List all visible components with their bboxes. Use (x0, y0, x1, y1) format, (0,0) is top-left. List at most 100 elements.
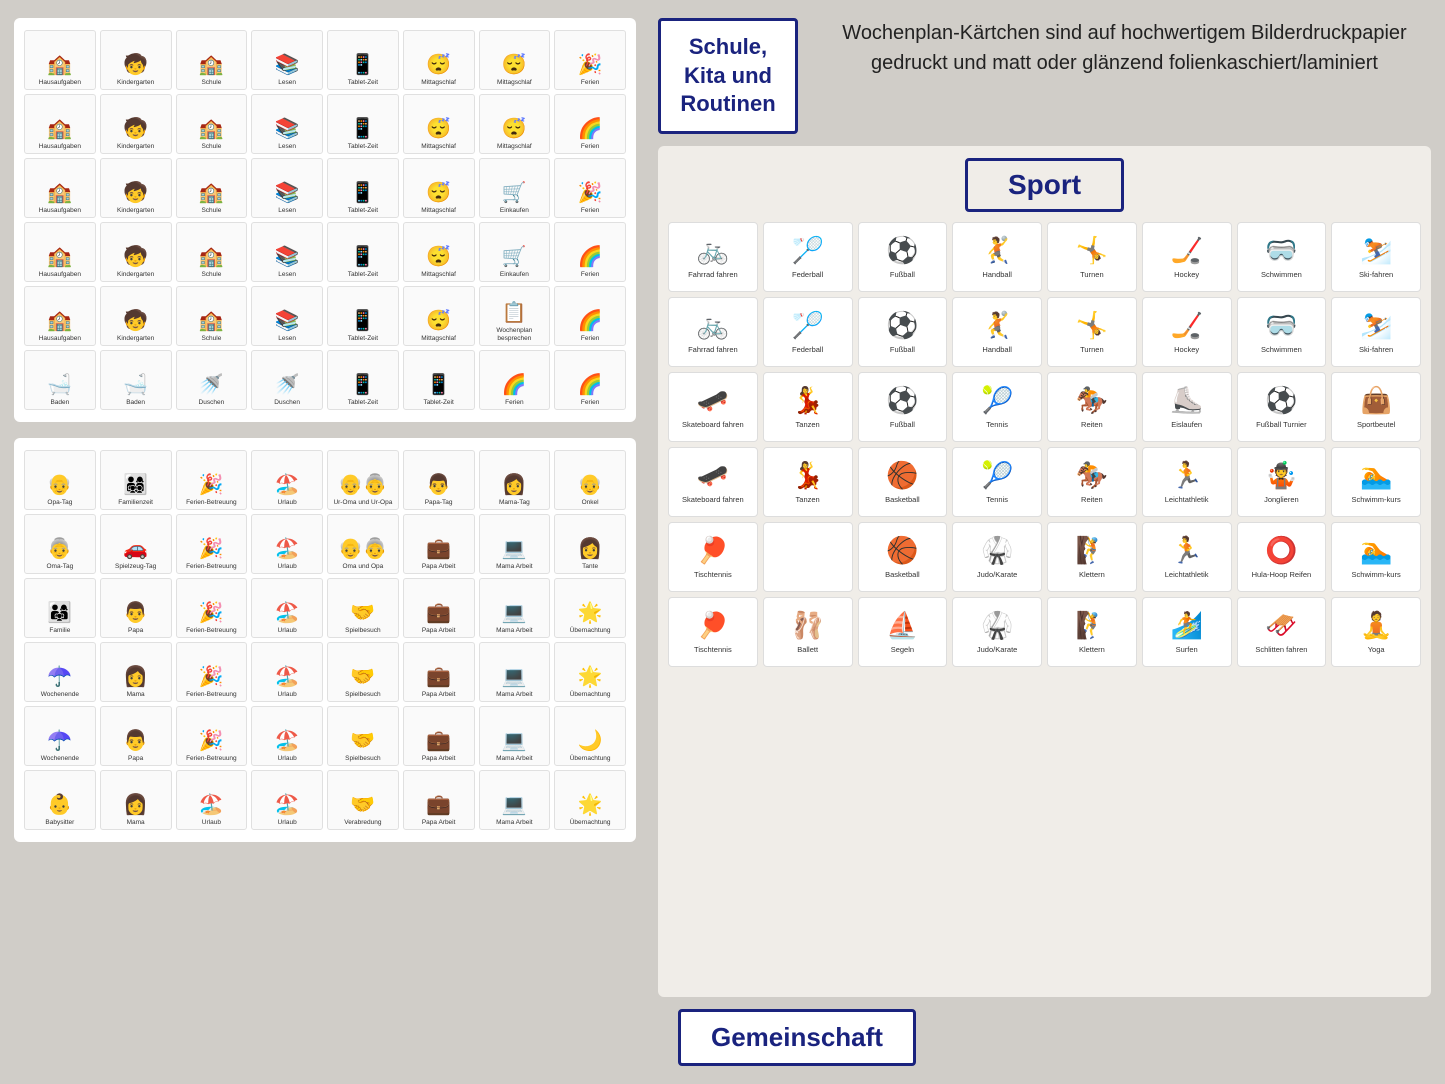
sport-card: 👜 Sportbeutel (1331, 372, 1421, 442)
sport-label: Sportbeutel (1357, 420, 1395, 430)
sport-icon: 💃 (791, 460, 823, 491)
card-label: Mama Arbeit (496, 755, 533, 763)
sport-label: Fußball Turnier (1256, 420, 1306, 430)
card-item: 🤝 Spielbesuch (327, 706, 399, 766)
card-label: Schule (201, 79, 221, 87)
card-icon: 🌈 (578, 245, 603, 269)
sport-icon: 🤸 (1076, 310, 1108, 341)
card-item: 🧒 Kindergarten (100, 158, 172, 218)
sport-card: ⛸️ Eislaufen (1142, 372, 1232, 442)
card-icon: 🏫 (47, 309, 72, 333)
sport-icon: 🏒 (1170, 235, 1202, 266)
card-item: 🎉 Ferien-Betreuung (176, 706, 248, 766)
card-label: Hausaufgaben (39, 207, 81, 215)
card-item: 👨 Papa (100, 706, 172, 766)
sport-card: 💃 Tanzen (763, 447, 853, 517)
sport-icon: ⚽ (886, 385, 918, 416)
sport-label: Fußball (890, 345, 915, 355)
card-label: Mama Arbeit (496, 627, 533, 635)
sport-card: 🤾 Handball (952, 297, 1042, 367)
card-item: ☂️ Wochenende (24, 642, 96, 702)
card-icon: ☂️ (47, 665, 72, 689)
card-item: 💻 Mama Arbeit (479, 514, 551, 574)
card-icon: 👨 (426, 473, 451, 497)
card-label: Oma und Opa (342, 563, 383, 571)
card-item: 💼 Papa Arbeit (403, 642, 475, 702)
sport-label: Reiten (1081, 495, 1103, 505)
sport-label: Tennis (986, 420, 1008, 430)
card-label: Lesen (278, 207, 296, 215)
sport-label: Ballett (797, 645, 818, 655)
card-label: Ferien (581, 143, 599, 151)
card-icon: 🧒 (123, 309, 148, 333)
sport-icon: 🏸 (791, 235, 823, 266)
sport-card: ⚽ Fußball (858, 222, 948, 292)
card-label: Spielbesuch (345, 755, 380, 763)
card-item: 👴👵 Ur-Oma und Ur-Opa (327, 450, 399, 510)
sport-icon: 🎾 (981, 385, 1013, 416)
card-icon: 👩 (578, 537, 603, 561)
card-item: 📱 Tablet-Zeit (327, 94, 399, 154)
card-label: Baden (50, 399, 69, 407)
sport-card: 🎾 Tennis (952, 447, 1042, 517)
card-icon: 👩 (502, 473, 527, 497)
card-label: Tablet-Zeit (348, 143, 378, 151)
sport-icon: 🏀 (886, 460, 918, 491)
sport-label: Fahrrad fahren (688, 270, 738, 280)
card-icon: 🧒 (123, 117, 148, 141)
card-icon: 🛁 (123, 373, 148, 397)
card-icon: 🧒 (123, 181, 148, 205)
sport-label: Ski-fahren (1359, 270, 1393, 280)
card-icon: 😴 (426, 309, 451, 333)
card-icon: 🎉 (199, 729, 224, 753)
sport-card: 🏸 Federball (763, 297, 853, 367)
card-item: 👩 Mama-Tag (479, 450, 551, 510)
sport-label: Schwimm-kurs (1352, 570, 1401, 580)
card-icon: 📱 (350, 309, 375, 333)
card-label: Einkaufen (500, 271, 529, 279)
sport-label: Schwimmen (1261, 270, 1302, 280)
sport-card: 🏃 Leichtathletik (1142, 447, 1232, 517)
sport-card: 🏸 Federball (763, 222, 853, 292)
card-icon: 🏖️ (275, 793, 300, 817)
card-icon: 🎉 (199, 601, 224, 625)
sport-card (763, 522, 853, 592)
sport-card: 🏓 Tischtennis (668, 597, 758, 667)
sport-icon: 🏇 (1076, 460, 1108, 491)
sport-icon: 🏓 (697, 535, 729, 566)
card-icon: 👩 (123, 793, 148, 817)
card-label: Ferien (505, 399, 523, 407)
card-icon: 🛒 (502, 245, 527, 269)
sport-card: 🏓 Tischtennis (668, 522, 758, 592)
card-item: 📱 Tablet-Zeit (327, 286, 399, 346)
sport-icon: 🧗 (1076, 610, 1108, 641)
card-label: Papa (128, 627, 143, 635)
card-item: 📱 Tablet-Zeit (327, 158, 399, 218)
card-icon: 🏫 (199, 181, 224, 205)
sport-icon: 🏀 (886, 535, 918, 566)
card-item: 👨 Papa-Tag (403, 450, 475, 510)
card-icon: 📱 (350, 181, 375, 205)
card-label: Wochenplan besprechen (482, 327, 548, 343)
sport-icon: 💃 (791, 385, 823, 416)
sport-label: Eislaufen (1171, 420, 1202, 430)
card-icon: 💼 (426, 729, 451, 753)
card-icon: 🏫 (47, 181, 72, 205)
card-item: 📚 Lesen (251, 94, 323, 154)
sport-icon: 🥋 (981, 610, 1013, 641)
sport-card: 🎾 Tennis (952, 372, 1042, 442)
card-item: 📋 Wochenplan besprechen (479, 286, 551, 346)
card-item: 🌙 Übernachtung (554, 706, 626, 766)
card-icon: 🎉 (199, 473, 224, 497)
sport-card: 🏃 Leichtathletik (1142, 522, 1232, 592)
card-label: Spielzeug-Tag (115, 563, 156, 571)
card-icon: 👴👵 (338, 537, 388, 561)
card-item: 🧒 Kindergarten (100, 94, 172, 154)
bottom-card-grid: 👴 Opa-Tag👨‍👩‍👧‍👦 Familienzeit🎉 Ferien-Be… (24, 450, 626, 830)
card-icon: 📚 (275, 117, 300, 141)
sport-label: Skateboard fahren (682, 495, 744, 505)
card-icon: 🏖️ (275, 473, 300, 497)
card-item: 🌈 Ferien (554, 286, 626, 346)
sport-icon: 🎾 (981, 460, 1013, 491)
card-icon: 📚 (275, 181, 300, 205)
